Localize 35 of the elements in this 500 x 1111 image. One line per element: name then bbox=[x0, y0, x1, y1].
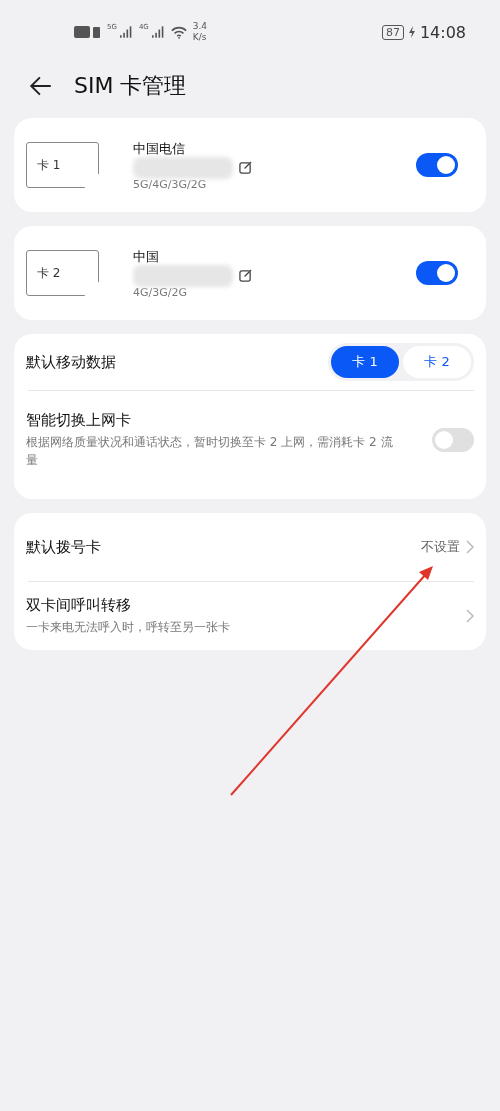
clock-time: 14:08 bbox=[419, 22, 466, 42]
setting-description: 一卡来电无法呼入时，呼转至另一张卡 bbox=[26, 619, 231, 636]
speed-value: 3.4 bbox=[192, 21, 208, 32]
edit-icon[interactable] bbox=[239, 269, 252, 282]
setting-description: 根据网络质量状况和通话状态，暂时切换至卡 2 上网，需消耗卡 2 流量 bbox=[26, 434, 394, 469]
carrier-name: 中国电信 bbox=[133, 139, 186, 158]
setting-value: 不设置 bbox=[421, 538, 460, 556]
sim-toggle[interactable] bbox=[416, 261, 458, 285]
setting-label: 默认拨号卡 bbox=[26, 537, 102, 557]
setting-label: 双卡间呼叫转移 bbox=[26, 596, 132, 615]
smart-switch-toggle[interactable] bbox=[432, 428, 474, 452]
card-option-button[interactable]: 卡 1 bbox=[331, 346, 399, 378]
battery-level: 87 bbox=[381, 24, 404, 40]
setting-label: 默认移动数据 bbox=[26, 352, 116, 372]
signal-icon bbox=[119, 26, 133, 38]
sim-toggle[interactable] bbox=[416, 153, 458, 177]
carrier-name: 中国 bbox=[133, 247, 160, 266]
page-title: SIM 卡管理 bbox=[74, 72, 187, 100]
chevron-right-icon bbox=[466, 609, 474, 623]
hd-voice-icon bbox=[74, 26, 90, 38]
network-types: 5G/4G/3G/2G bbox=[133, 177, 208, 191]
sim-card-icon: 卡 2 bbox=[26, 250, 99, 296]
charging-icon bbox=[408, 26, 415, 38]
signal-icon bbox=[151, 26, 165, 38]
setting-label: 智能切换上网卡 bbox=[26, 411, 132, 430]
wifi-icon bbox=[170, 25, 187, 39]
sim-icon bbox=[93, 26, 100, 38]
chevron-right-icon bbox=[466, 540, 474, 554]
sim-card-icon: 卡 1 bbox=[26, 142, 99, 188]
network-types: 4G/3G/2G bbox=[133, 285, 188, 299]
settings-row[interactable]: 双卡间呼叫转移 一卡来电无法呼入时，呼转至另一张卡 bbox=[26, 582, 474, 650]
edit-icon[interactable] bbox=[239, 161, 252, 174]
settings-row[interactable]: 默认拨号卡 不设置 bbox=[26, 513, 474, 581]
card-option-button[interactable]: 卡 2 bbox=[403, 346, 471, 378]
speed-unit: K/s bbox=[192, 32, 208, 43]
